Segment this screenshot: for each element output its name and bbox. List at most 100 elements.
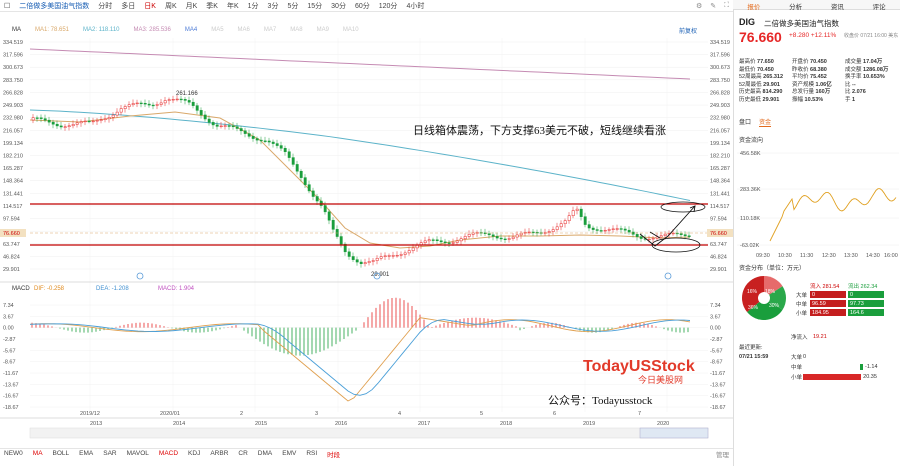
candle-body xyxy=(363,262,367,264)
candle-body xyxy=(195,105,199,111)
fund-time-tick: 10:30 xyxy=(778,253,792,259)
net-row: 07/21 15:59 大单 0 xyxy=(739,352,899,362)
candle-body xyxy=(203,114,207,120)
candle-body xyxy=(87,120,91,123)
candle-body xyxy=(107,117,111,120)
fund-time-tick: 13:30 xyxy=(844,253,858,259)
outflow-cell: 0 xyxy=(848,291,884,298)
marker-icon[interactable] xyxy=(664,272,672,280)
price-tick-left: 199.134 xyxy=(3,141,23,147)
candle-body xyxy=(551,229,555,232)
date-axis: 2019/12 2020/01 2 3 4 5 6 7 xyxy=(80,411,641,417)
marker-icon[interactable] xyxy=(136,272,144,280)
price-tick-left: 63.747 xyxy=(3,242,20,248)
kline-chart[interactable]: 日线箱体震荡，下方支撑63美元不破，短线继续看涨 334.519 334.5193… xyxy=(0,0,733,448)
candle-body xyxy=(171,99,175,101)
tab-quote[interactable]: 报价 xyxy=(747,0,760,11)
candle-body xyxy=(319,200,323,206)
candle-body xyxy=(283,148,287,152)
indicator-tab[interactable]: ARBR xyxy=(210,450,228,457)
inflow-cell: 96.59 xyxy=(810,300,846,307)
candle-body xyxy=(395,254,399,257)
candle-body xyxy=(239,128,243,132)
date-tick: 2019/12 xyxy=(80,411,100,417)
candle-body xyxy=(491,234,495,237)
indicator-tab[interactable]: BOLL xyxy=(53,450,70,457)
candle-body xyxy=(619,228,623,230)
candle-body xyxy=(651,237,655,240)
manage-button[interactable]: 管理 xyxy=(716,449,733,459)
candle-body xyxy=(507,238,511,240)
quote-cell: 昨收价 68.380 xyxy=(792,65,845,73)
price-tick-left: 29.901 xyxy=(3,267,20,273)
indicator-tab[interactable]: KDJ xyxy=(188,450,200,457)
current-price-right: 76.660 xyxy=(710,231,727,237)
fund-tick: 110.18K xyxy=(740,216,760,222)
price-tick-left: 249.903 xyxy=(3,103,23,109)
candle-body xyxy=(159,102,163,105)
candle-body xyxy=(95,120,99,122)
quote-value: 10.53% xyxy=(804,96,824,103)
candle-body xyxy=(451,242,455,244)
candle-body xyxy=(255,138,259,141)
indicator-tab[interactable]: DMA xyxy=(258,450,272,457)
candle-body xyxy=(439,240,443,243)
tab-analysis[interactable]: 分析 xyxy=(789,0,802,11)
indicator-tab[interactable]: NEW0 xyxy=(4,450,23,457)
quote-row: 最高价 77.650 开盘价 70.450 成交量 17.04万 xyxy=(739,57,899,65)
candle-body xyxy=(459,238,463,242)
date-tick: 4 xyxy=(398,411,401,417)
timeline-window[interactable] xyxy=(639,427,709,439)
tab-orderbook[interactable]: 盘口 xyxy=(739,117,751,127)
macd-histogram xyxy=(31,297,689,356)
candle-body xyxy=(499,237,503,240)
indicator-tab[interactable]: SAR xyxy=(103,450,116,457)
indicator-tab[interactable]: MACD xyxy=(159,450,178,457)
tab-comments[interactable]: 评论 xyxy=(873,0,886,11)
indicator-tab[interactable]: CR xyxy=(238,450,247,457)
indicator-tab[interactable]: MAVOL xyxy=(127,450,149,457)
fund-flow-chart: 456.58K 283.36K 110.18K -63.02K 09:30 10:30 1… xyxy=(737,151,899,259)
candle-body xyxy=(99,119,103,121)
candle-body xyxy=(251,136,255,139)
indicator-tab[interactable]: MA xyxy=(33,450,43,457)
inflow-total: 281.54 xyxy=(822,283,840,290)
year-tick: 2016 xyxy=(335,421,347,427)
indicator-tab[interactable]: EMA xyxy=(79,450,93,457)
candle-body xyxy=(155,104,159,106)
quote-cell: 比 -- xyxy=(845,80,898,88)
quote-cell: 资产规模 1.06亿 xyxy=(792,80,845,88)
indicator-tab[interactable]: 时段 xyxy=(327,449,340,459)
donut-label: 36% xyxy=(748,305,759,311)
indicator-tab[interactable]: EMV xyxy=(282,450,296,457)
candle-body xyxy=(347,251,351,257)
macd-tick-right: -18.67 xyxy=(710,405,726,411)
ticker-name: 二倍做多美国油气指数 xyxy=(764,19,839,28)
candle-body xyxy=(519,232,523,236)
flow-row-label: 大单 xyxy=(796,292,808,299)
macd-tick-left: -13.67 xyxy=(3,382,19,388)
price-tick-right: 199.134 xyxy=(710,141,730,147)
watermark-account: 公众号：Todayusstock xyxy=(548,394,653,407)
candle-body xyxy=(595,229,599,231)
last-price: 76.660 xyxy=(739,29,782,45)
net-row-label: 中单 xyxy=(791,365,803,371)
tab-news[interactable]: 资讯 xyxy=(831,0,844,11)
price-tick-right: 249.903 xyxy=(710,103,730,109)
candle-body xyxy=(83,120,87,123)
indicator-tab[interactable]: RSI xyxy=(306,450,317,457)
candle-body xyxy=(227,125,231,127)
candle-body xyxy=(223,125,227,127)
quote-cell: 手 1 xyxy=(845,95,898,103)
candle-body xyxy=(495,236,499,239)
candle-body xyxy=(355,259,359,263)
macd-tick-right: -13.67 xyxy=(710,382,726,388)
net-value: 0 xyxy=(803,354,807,360)
year-tick: 2018 xyxy=(500,421,512,427)
macd-tick-right: 7.34 xyxy=(710,303,721,309)
tab-fund[interactable]: 资金 xyxy=(759,117,772,127)
macd-label[interactable]: MACD xyxy=(12,286,30,292)
candle-body xyxy=(567,215,571,221)
candle-body xyxy=(111,114,115,118)
timeline-scroller[interactable] xyxy=(29,427,709,439)
